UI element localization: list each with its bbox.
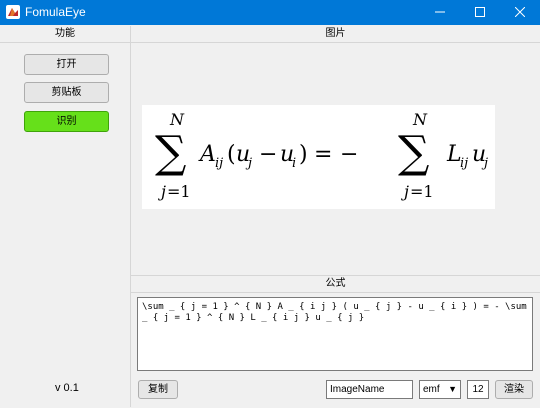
- svg-text:): ): [299, 142, 308, 167]
- svg-text:i: i: [292, 156, 296, 171]
- recognize-button[interactable]: 识别: [24, 111, 109, 132]
- close-button[interactable]: [500, 0, 540, 25]
- chevron-down-icon: ▼: [448, 384, 457, 394]
- image-panel: 图片 N ∑ j =1 A ij ( u j − u i ) = − N ∑ j…: [131, 26, 540, 274]
- svg-text:A: A: [198, 142, 216, 167]
- svg-text:=1: =1: [167, 182, 191, 201]
- svg-text:∑: ∑: [155, 127, 186, 178]
- app-logo-icon: [6, 5, 20, 19]
- font-size-input[interactable]: 12: [467, 380, 489, 399]
- copy-button[interactable]: 复制: [138, 380, 178, 399]
- format-select[interactable]: emf ▼: [419, 380, 461, 399]
- svg-text:∑: ∑: [398, 127, 429, 178]
- svg-text:−: −: [340, 142, 358, 167]
- formula-panel: 公式 \sum _ { j = 1 } ^ { N } A _ { i j } …: [131, 275, 540, 408]
- svg-text:=1: =1: [410, 182, 434, 201]
- maximize-button[interactable]: [460, 0, 500, 25]
- latex-textarea[interactable]: \sum _ { j = 1 } ^ { N } A _ { i j } ( u…: [137, 297, 533, 371]
- svg-text:(: (: [227, 142, 236, 167]
- minimize-icon: [435, 11, 445, 13]
- close-icon: [514, 6, 526, 18]
- minimize-button[interactable]: [420, 0, 460, 25]
- formula-image: N ∑ j =1 A ij ( u j − u i ) = − N ∑ j =1…: [142, 105, 495, 209]
- svg-text:j: j: [158, 182, 166, 201]
- svg-text:ij: ij: [460, 156, 468, 171]
- render-button[interactable]: 渲染: [495, 380, 533, 399]
- svg-text:=: =: [314, 142, 332, 167]
- svg-text:−: −: [259, 142, 277, 167]
- maximize-icon: [475, 7, 485, 17]
- window-title: FomulaEye: [25, 5, 86, 19]
- image-panel-header: 图片: [131, 26, 540, 43]
- app-window: FomulaEye 功能 打开 剪贴板 识别 v 0.1 图片 N ∑ j =1: [0, 0, 540, 408]
- image-name-input[interactable]: ImageName: [326, 380, 413, 399]
- function-panel: 功能 打开 剪贴板 识别 v 0.1: [0, 26, 131, 407]
- clipboard-button[interactable]: 剪贴板: [24, 82, 109, 103]
- open-button[interactable]: 打开: [24, 54, 109, 75]
- svg-text:j: j: [401, 182, 409, 201]
- svg-text:ij: ij: [215, 156, 223, 171]
- version-label: v 0.1: [55, 382, 79, 394]
- function-panel-header: 功能: [0, 26, 130, 43]
- title-bar[interactable]: FomulaEye: [0, 0, 540, 25]
- format-value: emf: [423, 384, 440, 395]
- formula-panel-header: 公式: [131, 276, 540, 293]
